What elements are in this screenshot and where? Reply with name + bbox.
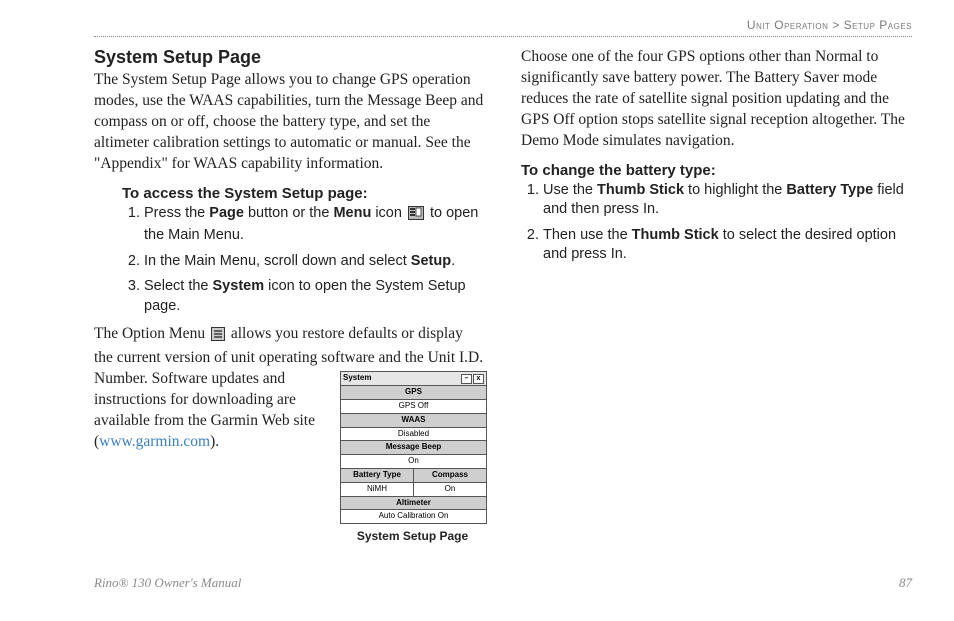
option-menu-paragraph: The Option Menu allows you restore defau… xyxy=(94,324,485,544)
device-title: System xyxy=(343,373,371,384)
device-figure: System –x GPS GPS Off WAAS Disabled Mess… xyxy=(340,371,485,544)
battery-subhead: To change the battery type: xyxy=(521,162,912,179)
breadcrumb-page: Setup Pages xyxy=(844,18,912,32)
step-2: In the Main Menu, scroll down and select… xyxy=(144,252,485,272)
close-icon: x xyxy=(473,374,484,384)
breadcrumb-section: Unit Operation xyxy=(747,18,829,32)
access-steps: Press the Page button or the Menu icon t… xyxy=(122,204,485,317)
battery-step-1: Use the Thumb Stick to highlight the Bat… xyxy=(543,181,912,220)
battery-step-2: Then use the Thumb Stick to select the d… xyxy=(543,226,912,265)
content-columns: System Setup Page The System Setup Page … xyxy=(94,47,912,544)
step-3: Select the System icon to open the Syste… xyxy=(144,277,485,316)
intro-paragraph: The System Setup Page allows you to chan… xyxy=(94,70,485,175)
option-menu-icon xyxy=(211,327,225,348)
footer-product: Rino® 130 Owner's Manual xyxy=(94,575,241,591)
right-intro: Choose one of the four GPS options other… xyxy=(521,47,912,152)
device-caption: System Setup Page xyxy=(340,528,485,544)
manual-page: Unit Operation > Setup Pages System Setu… xyxy=(0,0,954,621)
garmin-link[interactable]: www.garmin.com xyxy=(99,433,210,450)
device-screenshot: System –x GPS GPS Off WAAS Disabled Mess… xyxy=(340,371,487,524)
page-footer: Rino® 130 Owner's Manual 87 xyxy=(94,575,912,591)
page-number: 87 xyxy=(899,575,912,591)
header-rule xyxy=(94,36,912,37)
menu-icon xyxy=(408,206,424,227)
right-column: Choose one of the four GPS options other… xyxy=(521,47,912,544)
breadcrumb-sep: > xyxy=(832,18,840,32)
access-subhead: To access the System Setup page: xyxy=(122,185,485,202)
left-column: System Setup Page The System Setup Page … xyxy=(94,47,485,544)
battery-steps: Use the Thumb Stick to highlight the Bat… xyxy=(521,181,912,265)
step-1: Press the Page button or the Menu icon t… xyxy=(144,204,485,246)
breadcrumb: Unit Operation > Setup Pages xyxy=(94,18,912,32)
device-window-buttons: –x xyxy=(460,373,484,384)
min-icon: – xyxy=(461,374,472,384)
section-title: System Setup Page xyxy=(94,47,485,68)
